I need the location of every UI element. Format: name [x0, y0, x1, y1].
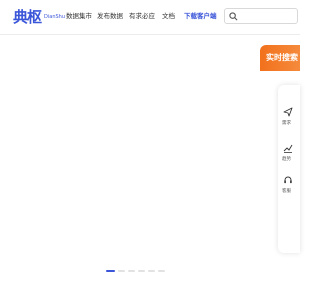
headset-icon: [284, 176, 292, 184]
carousel-dot[interactable]: [128, 270, 135, 272]
carousel-dot[interactable]: [158, 270, 165, 272]
search-icon[interactable]: [229, 12, 238, 21]
logo[interactable]: 典枢 DianShu: [13, 9, 65, 25]
top-header: 典枢 DianShu 数据集市 发布数据 有求必应 文档 下载客户端: [0, 0, 300, 34]
nav-item-publish-data[interactable]: 发布数据: [97, 12, 123, 21]
side-item-trend[interactable]: 趋势: [278, 143, 300, 165]
realtime-search-banner[interactable]: 实时搜索: [260, 45, 300, 71]
carousel-dot[interactable]: [106, 270, 115, 272]
carousel-indicators: [106, 270, 165, 272]
side-item-label: 需求: [282, 121, 291, 126]
banner-label: 实时搜索: [266, 53, 298, 62]
nav-item-download-client[interactable]: 下载客户端: [184, 12, 217, 21]
nav-item-data-market[interactable]: 数据集市: [66, 12, 92, 21]
side-toolbar: 需求 趋势 客服: [278, 85, 300, 253]
side-widget: 实时搜索 需求 趋势 客服: [260, 45, 300, 253]
carousel-dot[interactable]: [148, 270, 155, 272]
nav-item-docs[interactable]: 文档: [162, 12, 175, 21]
side-item-requirement[interactable]: 需求: [278, 107, 300, 129]
logo-mark: 典枢: [13, 8, 42, 26]
send-icon: [283, 107, 293, 117]
side-item-label: 趋势: [282, 157, 291, 162]
search-input[interactable]: [224, 8, 298, 24]
side-item-customer-service[interactable]: 客服: [278, 175, 300, 197]
header-divider: [0, 34, 300, 35]
side-item-label: 客服: [282, 189, 291, 194]
carousel-dot[interactable]: [138, 270, 145, 272]
nav-item-requests[interactable]: 有求必应: [129, 12, 155, 21]
carousel-dot[interactable]: [118, 270, 125, 272]
logo-subtitle: DianShu: [44, 14, 65, 20]
trend-chart-icon: [283, 144, 293, 153]
